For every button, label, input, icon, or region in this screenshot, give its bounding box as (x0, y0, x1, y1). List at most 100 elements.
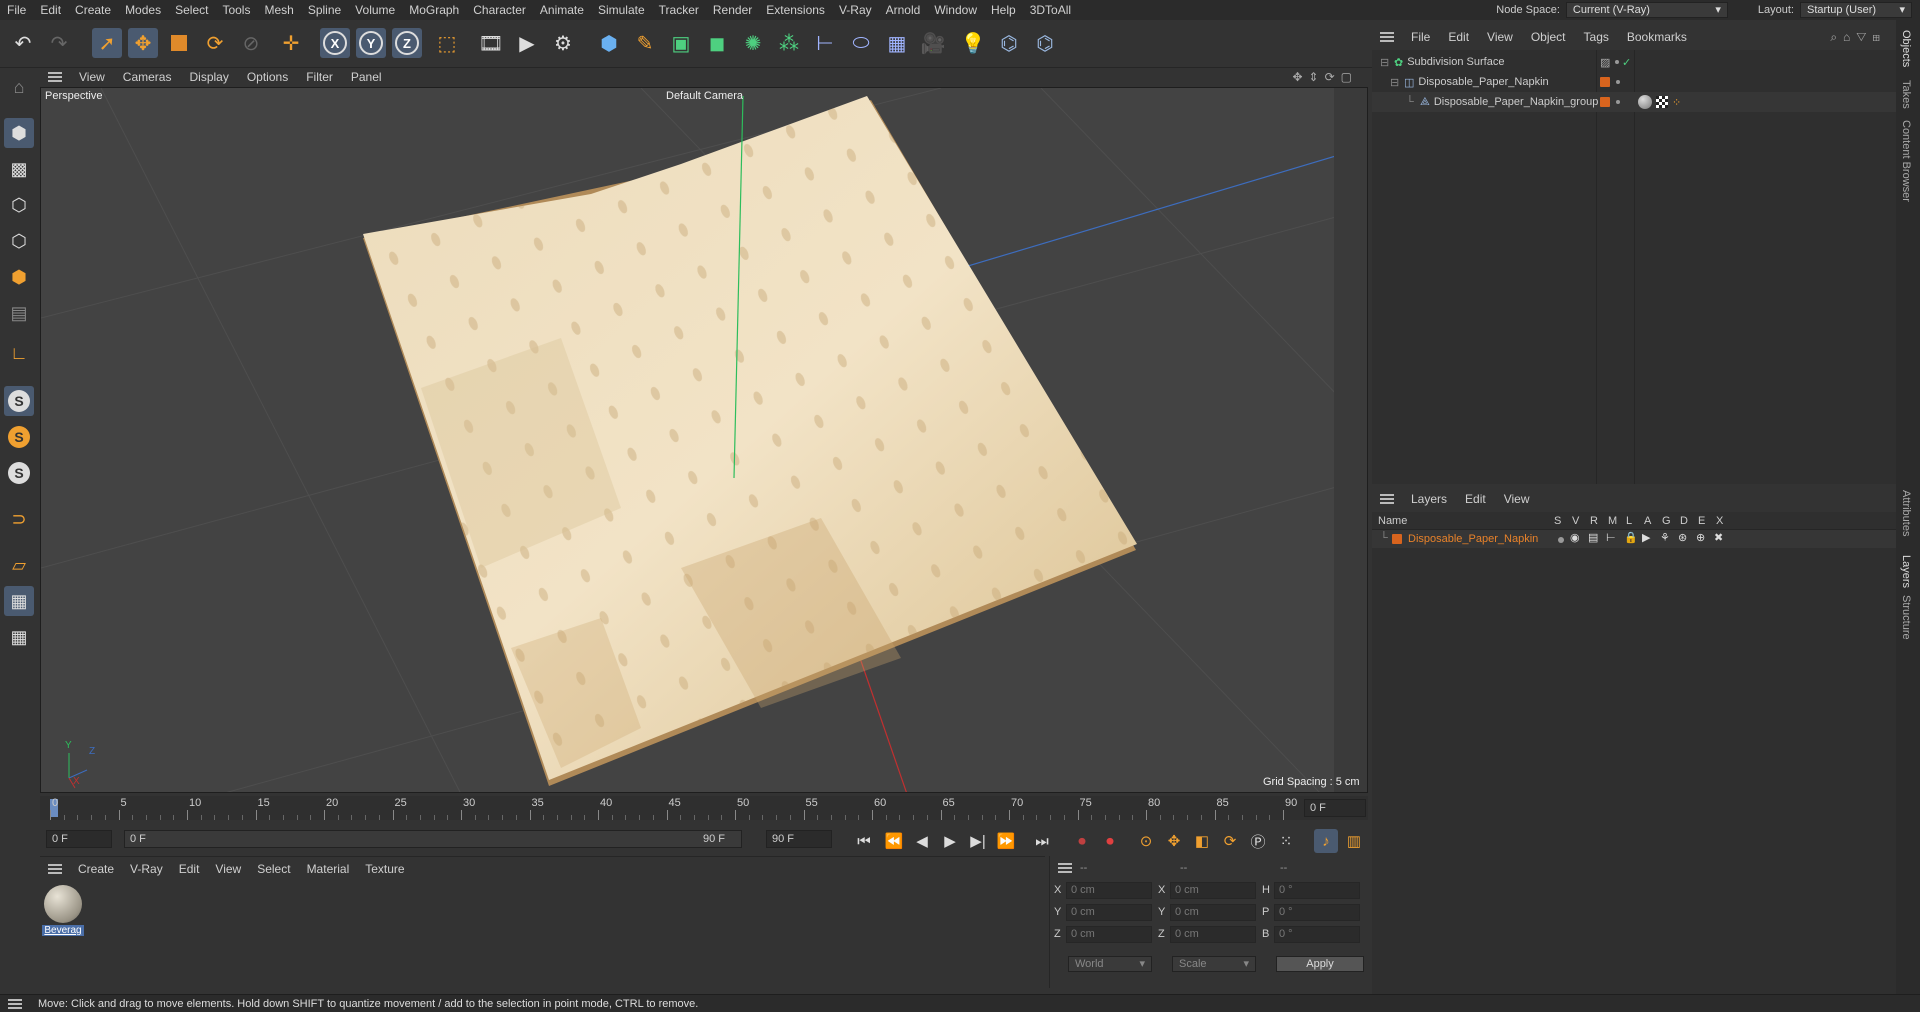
obj-toolbar-icons[interactable]: ⌕⌂▽⊞ (1830, 30, 1886, 45)
layer-col-animation[interactable]: A (1644, 515, 1651, 527)
polygon-mode-icon[interactable]: ⬢ (4, 262, 34, 292)
go-to-start-icon[interactable]: ⏮ (852, 829, 876, 853)
camera-icon[interactable]: 🎥 (918, 28, 948, 58)
select-tool-icon[interactable]: ➚ (92, 28, 122, 58)
layer-col-solo[interactable]: S (1554, 515, 1561, 527)
coord-value-field[interactable]: 0 cm (1170, 926, 1256, 943)
coord-value-field[interactable]: 0 cm (1066, 904, 1152, 921)
viewport-menu-panel[interactable]: Panel (342, 70, 391, 84)
visibility-dot[interactable] (1616, 100, 1620, 104)
menu-3dtoall[interactable]: 3DToAll (1023, 0, 1078, 20)
menu-arnold[interactable]: Arnold (879, 0, 928, 20)
object-row[interactable]: ⊟ ◫ Disposable_Paper_Napkin (1372, 72, 1896, 92)
mat-menu-vray[interactable]: V-Ray (122, 862, 171, 876)
layer-menu-edit[interactable]: Edit (1456, 492, 1495, 506)
subdivision-icon[interactable]: ▣ (666, 28, 696, 58)
next-frame-icon[interactable]: ▶| (966, 829, 990, 853)
key-scale-icon[interactable]: ◧ (1190, 829, 1214, 853)
layer-col-generators[interactable]: G (1662, 515, 1671, 527)
obj-menu-view[interactable]: View (1478, 30, 1522, 44)
viewport-menu-cameras[interactable]: Cameras (114, 70, 181, 84)
lock-toggle-icon[interactable]: 🔒 (1624, 531, 1638, 544)
end-frame-field[interactable]: 90 F (766, 830, 832, 848)
menu-edit[interactable]: Edit (33, 0, 68, 20)
layer-color-swatch[interactable] (1600, 97, 1610, 107)
obj-menu-bookmarks[interactable]: Bookmarks (1618, 30, 1696, 44)
mat-menu-texture[interactable]: Texture (357, 862, 412, 876)
mat-menu-view[interactable]: View (207, 862, 249, 876)
coord-value-field[interactable]: 0 ° (1274, 904, 1360, 921)
interpolation-icon[interactable]: ♪ (1314, 829, 1338, 853)
axis-mode-icon[interactable]: ∟ (4, 338, 34, 368)
menu-modes[interactable]: Modes (118, 0, 168, 20)
move-tool-icon[interactable]: ✥ (128, 28, 158, 58)
layer-col-expressions[interactable]: E (1698, 515, 1705, 527)
apply-button[interactable]: Apply (1276, 956, 1364, 972)
edit-check-icon[interactable]: ▨ (1600, 56, 1610, 69)
viewport-scroll-strip[interactable] (1334, 88, 1368, 793)
menu-render[interactable]: Render (706, 0, 759, 20)
key-param-icon[interactable]: Ⓟ (1246, 829, 1270, 853)
mograph-cloner-icon[interactable]: ✺ (738, 28, 768, 58)
model-mode-icon[interactable]: ⬢ (4, 118, 34, 148)
snap-settings-icon[interactable]: S (4, 422, 34, 452)
tab-attributes[interactable]: Attributes (1900, 490, 1912, 536)
menu-create[interactable]: Create (68, 0, 118, 20)
object-name[interactable]: Disposable_Paper_Napkin_group (1434, 96, 1599, 108)
coord-space-dropdown[interactable]: World ▾ (1068, 956, 1152, 972)
menu-file[interactable]: File (0, 0, 33, 20)
start-frame-field[interactable]: 0 F (46, 830, 112, 848)
keyframe-selection-icon[interactable]: ⊙ (1134, 829, 1158, 853)
visibility-dot[interactable] (1616, 80, 1620, 84)
menu-mesh[interactable]: Mesh (257, 0, 300, 20)
layer-col-render[interactable]: R (1590, 515, 1598, 527)
texture-mode-icon[interactable]: ▩ (4, 154, 34, 184)
object-name[interactable]: Disposable_Paper_Napkin (1418, 76, 1548, 88)
coord-mode-dropdown[interactable]: Scale ▾ (1172, 956, 1256, 972)
menu-simulate[interactable]: Simulate (591, 0, 652, 20)
scale-tool-icon[interactable] (164, 28, 194, 58)
xref-toggle-icon[interactable]: ✖ (1714, 531, 1723, 544)
viewport-menu-view[interactable]: View (70, 70, 114, 84)
deformers-toggle-icon[interactable]: ⊛ (1678, 531, 1687, 544)
add-tool-icon[interactable]: ✛ (276, 28, 306, 58)
phong-tag-icon[interactable]: ⁘ (1672, 96, 1681, 109)
coord-value-field[interactable]: 0 ° (1274, 882, 1360, 899)
extrude-icon[interactable]: ◼ (702, 28, 732, 58)
layer-menu-view[interactable]: View (1495, 492, 1539, 506)
timeline-ruler[interactable]: 0 5 10 15 20 25 30 35 40 45 50 55 60 65 70 75 80 85 90 0 F (40, 796, 1368, 820)
menu-icon[interactable] (1380, 32, 1394, 42)
uvw-tag-icon[interactable] (1656, 96, 1668, 108)
coord-value-field[interactable]: 0 cm (1170, 904, 1256, 921)
camera-label[interactable]: Default Camera (666, 90, 743, 102)
layer-name[interactable]: Disposable_Paper_Napkin (1408, 533, 1538, 545)
coord-value-field[interactable]: 0 ° (1274, 926, 1360, 943)
floor-icon[interactable]: ▦ (882, 28, 912, 58)
viewport-3d[interactable]: Perspective Default Camera Grid Spacing … (40, 87, 1368, 793)
recent-tool-icon[interactable]: ⊘ (236, 28, 266, 58)
menu-icon[interactable] (48, 864, 62, 874)
deformer-icon[interactable]: ⊢ (810, 28, 840, 58)
mat-menu-create[interactable]: Create (70, 862, 122, 876)
play-icon[interactable]: ▶ (938, 829, 962, 853)
coordinate-system-icon[interactable]: ⬚ (432, 28, 462, 58)
menu-spline[interactable]: Spline (301, 0, 348, 20)
object-row[interactable]: ⊟ ✿ Subdivision Surface ▨ ✓ (1372, 52, 1896, 72)
menu-select[interactable]: Select (168, 0, 215, 20)
layer-menu-layers[interactable]: Layers (1402, 492, 1456, 506)
expand-icon[interactable]: ⊟ (1390, 76, 1400, 89)
viewport-nav-icons[interactable]: ✥⇕⟳▢ (1292, 70, 1358, 84)
x-axis-lock-icon[interactable]: X (320, 28, 350, 58)
tab-takes[interactable]: Takes (1900, 80, 1912, 109)
viewport-menu-options[interactable]: Options (238, 70, 297, 84)
uv-mode-icon[interactable]: ▤ (4, 298, 34, 328)
menu-vray[interactable]: V-Ray (832, 0, 879, 20)
tab-content-browser[interactable]: Content Browser (1900, 120, 1912, 202)
layer-row[interactable]: └ Disposable_Paper_Napkin ◉ ▤ ⊢ 🔒 ▶ ⚘ ⊛ … (1372, 530, 1896, 548)
undo-icon[interactable]: ↶ (8, 28, 38, 58)
point-mode-icon[interactable]: ⬡ (4, 190, 34, 220)
snap-icon[interactable]: S (4, 386, 34, 416)
grid-lock-icon[interactable]: ▦ (4, 586, 34, 616)
tab-objects[interactable]: Objects (1900, 30, 1912, 67)
menu-icon[interactable] (48, 72, 62, 82)
